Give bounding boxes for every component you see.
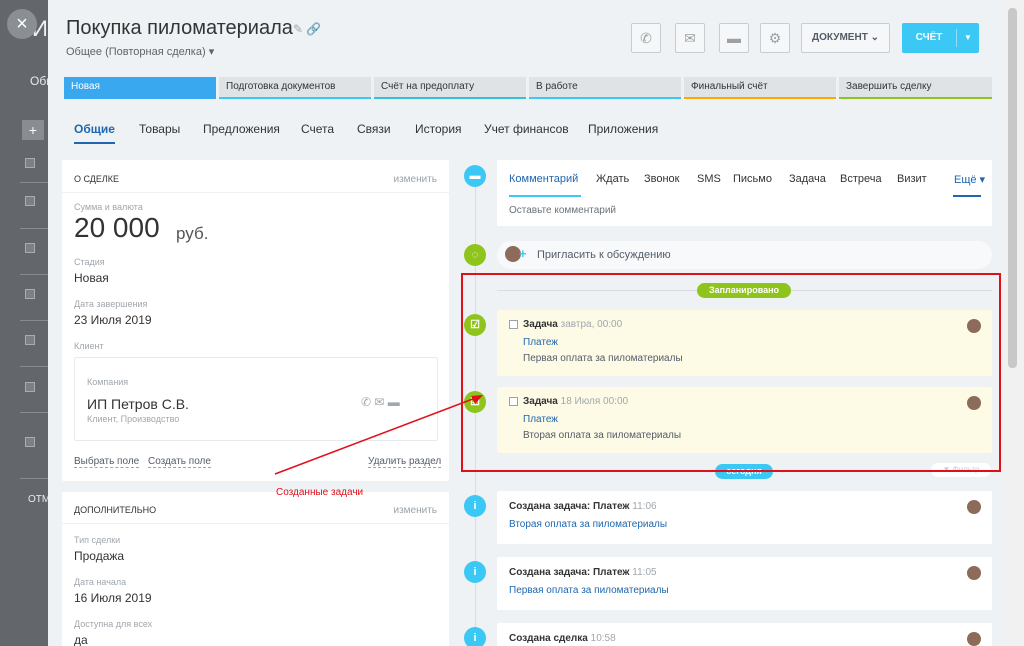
annotation-arrow bbox=[274, 395, 483, 475]
annotation-label: Созданные задачи bbox=[276, 487, 364, 498]
